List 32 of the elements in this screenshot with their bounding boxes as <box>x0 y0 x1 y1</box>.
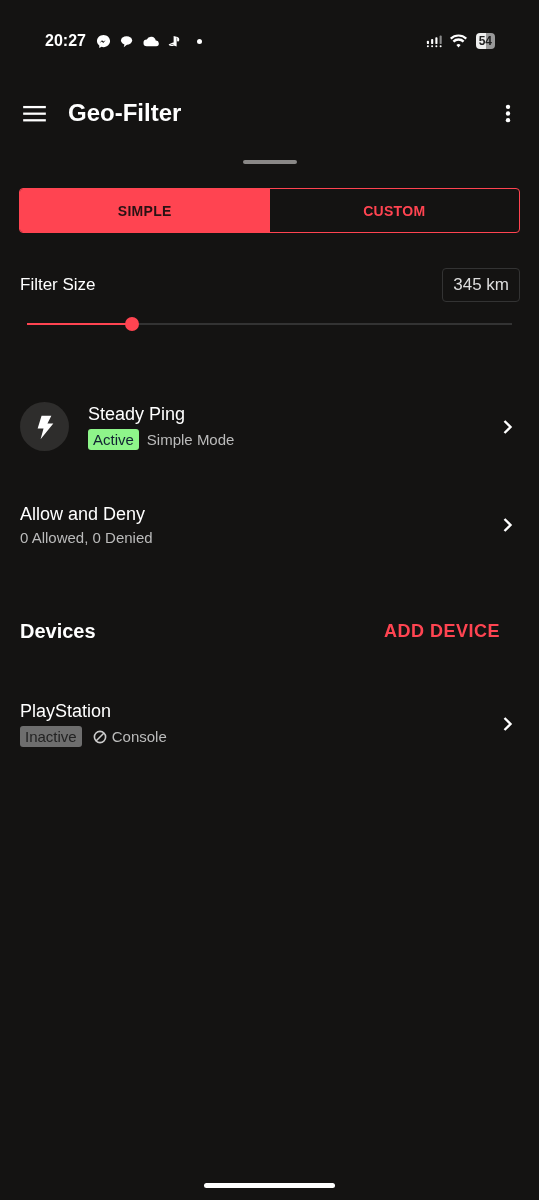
blocked-icon <box>92 729 107 744</box>
add-device-button[interactable]: ADD DEVICE <box>384 621 500 642</box>
more-options-icon[interactable] <box>505 103 511 123</box>
status-time: 20:27 <box>45 32 86 50</box>
menu-icon[interactable] <box>23 104 46 122</box>
mode-tab[interactable]: CUSTOM <box>269 189 519 232</box>
device-name: PlayStation <box>20 701 113 722</box>
app-title: Geo-Filter <box>68 99 182 127</box>
signal-icon <box>425 33 443 49</box>
drag-handle[interactable] <box>242 160 297 164</box>
item-title: Allow and Deny <box>20 504 147 525</box>
status-badge: Inactive <box>20 726 82 747</box>
allow-deny-summary: 0 Allowed, 0 Denied <box>20 529 153 546</box>
devices-heading: Devices <box>20 620 96 643</box>
filter-size-label: Filter Size <box>20 275 96 295</box>
chevron-right-icon <box>502 418 513 435</box>
messenger-icon <box>94 33 112 49</box>
wifi-icon <box>449 33 467 49</box>
allow-deny-item[interactable]: Allow and Deny 0 Allowed, 0 Denied <box>0 504 539 546</box>
notification-dot-icon <box>196 38 202 44</box>
lightning-icon <box>20 402 69 451</box>
status-badge: Active <box>88 428 139 450</box>
device-type: Console <box>111 728 167 745</box>
device-item[interactable]: PlayStation Inactive Console <box>0 701 539 747</box>
filter-size-reading: 345 km <box>442 268 520 302</box>
chevron-right-icon <box>502 517 513 533</box>
chevron-right-icon <box>502 716 513 732</box>
mode-text: Simple Mode <box>146 430 235 448</box>
mode-tab[interactable]: SIMPLE <box>20 189 270 232</box>
battery-icon: 54 <box>475 33 495 49</box>
item-title: Steady Ping <box>88 403 187 425</box>
steady-ping-item[interactable]: Steady Ping Active Simple Mode <box>0 402 539 451</box>
